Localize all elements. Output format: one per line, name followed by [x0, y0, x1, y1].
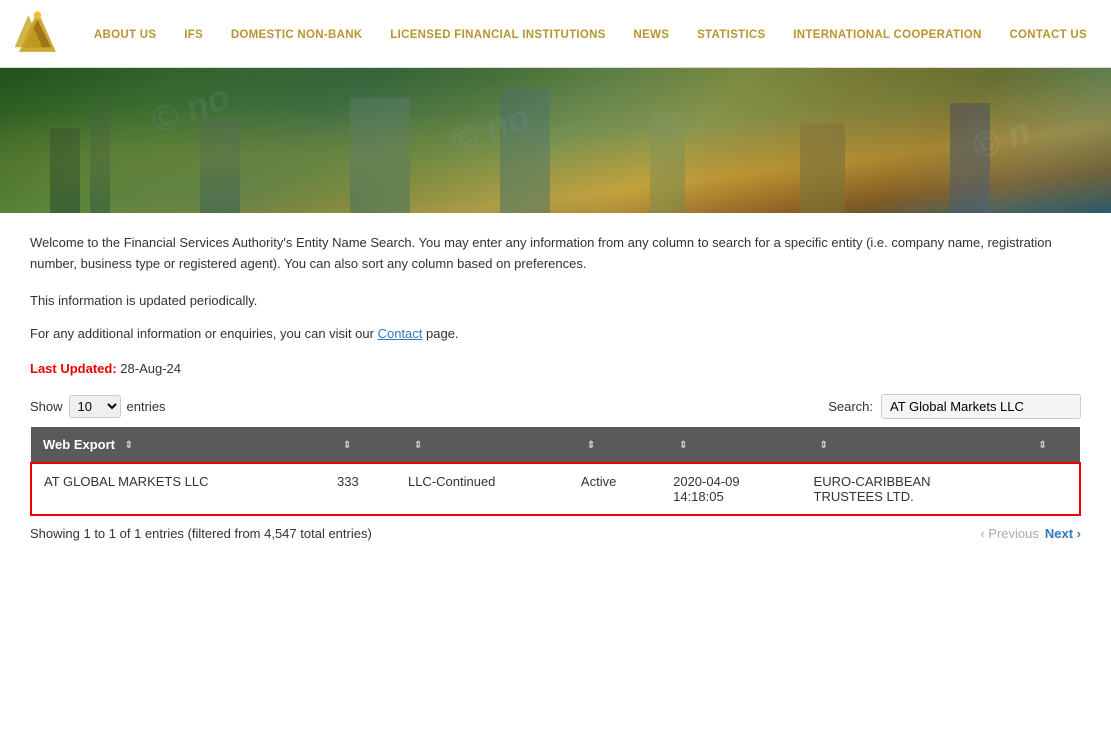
entries-label: entries	[127, 399, 166, 414]
sort-icon-2[interactable]: ⇕	[343, 440, 351, 451]
updated-notice: This information is updated periodically…	[30, 293, 1081, 308]
nav-links: ABOUT US IFS DOMESTIC NON-BANK LICENSED …	[80, 26, 1101, 41]
nav-statistics[interactable]: STATISTICS	[691, 25, 771, 45]
sort-icon-6[interactable]: ⇕	[820, 440, 828, 451]
col-7[interactable]: ⇕	[1020, 427, 1080, 463]
table-footer: Showing 1 to 1 of 1 entries (filtered fr…	[30, 526, 1081, 541]
sort-icon-3[interactable]: ⇕	[414, 440, 422, 451]
enquiry-prefix: For any additional information or enquir…	[30, 326, 378, 341]
col-4[interactable]: ⇕	[569, 427, 661, 463]
table-row: AT GLOBAL MARKETS LLC 333 LLC-Continued …	[31, 463, 1080, 515]
contact-link[interactable]: Contact	[378, 326, 423, 341]
pagination: ‹ Previous Next ›	[980, 526, 1081, 541]
entries-select[interactable]: 10 25 50 100	[69, 395, 121, 418]
search-label: Search:	[828, 399, 873, 414]
entity-table: Web Export ⇕ ⇕ ⇕ ⇕ ⇕ ⇕	[30, 427, 1081, 516]
sort-icon-4[interactable]: ⇕	[587, 440, 595, 451]
cell-reg-number: 333	[325, 463, 396, 515]
show-label: Show	[30, 399, 63, 414]
nav-ifs[interactable]: IFS	[178, 25, 209, 45]
showing-entries: Showing 1 to 1 of 1 entries (filtered fr…	[30, 526, 372, 541]
col-6[interactable]: ⇕	[802, 427, 1021, 463]
nav-domestic-non-bank[interactable]: DOMESTIC NON-BANK	[225, 25, 369, 45]
col-web-export[interactable]: Web Export ⇕	[31, 427, 325, 463]
cell-extra	[1020, 463, 1080, 515]
nav-licensed-fi[interactable]: LICENSED FINANCIAL INSTITUTIONS	[384, 25, 611, 45]
navigation: ABOUT US IFS DOMESTIC NON-BANK LICENSED …	[0, 0, 1111, 68]
sort-icon-7[interactable]: ⇕	[1038, 440, 1046, 451]
enquiry-suffix: page.	[422, 326, 458, 341]
sort-icon-5[interactable]: ⇕	[679, 440, 687, 451]
cell-date: 2020-04-0914:18:05	[661, 463, 801, 515]
nav-intl-coop[interactable]: INTERNATIONAL COOPERATION	[787, 25, 987, 45]
cell-biz-type: LLC-Continued	[396, 463, 569, 515]
col-2[interactable]: ⇕	[325, 427, 396, 463]
sort-icon-1[interactable]: ⇕	[125, 440, 133, 451]
last-updated: Last Updated: 28-Aug-24	[30, 361, 1081, 376]
table-controls: Show 10 25 50 100 entries Search:	[30, 394, 1081, 419]
nav-news[interactable]: NEWS	[628, 25, 676, 45]
last-updated-label: Last Updated:	[30, 361, 117, 376]
show-entries-control: Show 10 25 50 100 entries	[30, 395, 166, 418]
nav-about-us[interactable]: ABOUT US	[88, 25, 162, 45]
search-box: Search:	[828, 394, 1081, 419]
last-updated-value: 28-Aug-24	[117, 361, 181, 376]
logo[interactable]	[10, 6, 70, 61]
hero-banner: © no © no © n	[0, 68, 1111, 213]
search-input[interactable]	[881, 394, 1081, 419]
nav-contact-us[interactable]: CONTACT US	[1003, 25, 1093, 45]
cell-status: Active	[569, 463, 661, 515]
enquiry-line: For any additional information or enquir…	[30, 326, 1081, 341]
cell-agent: EURO-CARIBBEANTRUSTEES LTD.	[802, 463, 1021, 515]
col-5[interactable]: ⇕	[661, 427, 801, 463]
next-button[interactable]: Next ›	[1045, 526, 1081, 541]
cell-company-name: AT GLOBAL MARKETS LLC	[31, 463, 325, 515]
intro-paragraph: Welcome to the Financial Services Author…	[30, 233, 1081, 275]
prev-button[interactable]: ‹ Previous	[980, 526, 1039, 541]
col-3[interactable]: ⇕	[396, 427, 569, 463]
table-header-row: Web Export ⇕ ⇕ ⇕ ⇕ ⇕ ⇕	[31, 427, 1080, 463]
main-content: Welcome to the Financial Services Author…	[0, 213, 1111, 561]
